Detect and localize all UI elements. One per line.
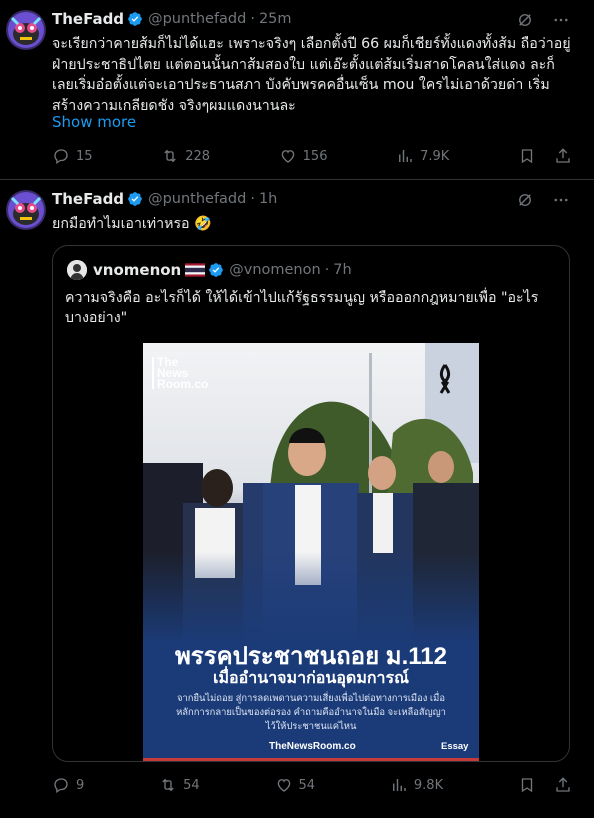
share-icon[interactable] xyxy=(554,776,572,794)
quoted-author-name[interactable]: vnomenon xyxy=(93,261,181,279)
media-description: จากยืนไม่ถอย สู่การลดเพดานความเสี่ยงเพื่… xyxy=(176,692,446,731)
grok-icon[interactable] xyxy=(516,11,534,29)
views-count: 9.8K xyxy=(413,777,444,793)
thai-flag-icon xyxy=(185,263,206,277)
tweet-text: ยกมือทำไมเอาเท่าหรอ 🤣 xyxy=(52,216,212,232)
tweet-text: จะเรียกว่าคายส้มก็ไม่ได้แฮะ เพราะจริงๆ เ… xyxy=(52,36,571,114)
timestamp[interactable]: 25m xyxy=(259,11,292,27)
like-count: 54 xyxy=(298,777,316,793)
like-icon xyxy=(277,779,290,792)
verified-icon xyxy=(128,12,142,26)
author-name[interactable]: TheFadd xyxy=(52,190,124,208)
bookmark-icon[interactable] xyxy=(518,147,536,165)
quoted-media-image[interactable]: The News Room.co พรรคประชาชนถอย ม.112 เม… xyxy=(143,343,479,761)
media-subheadline: เมื่ออำนาจมาก่อนอุดมการณ์ xyxy=(213,670,409,687)
repost-icon xyxy=(162,778,174,792)
newsroom-logo: The News Room.co xyxy=(152,356,209,391)
separator-dot: · xyxy=(324,262,330,278)
views-button[interactable]: 9.8K xyxy=(390,776,443,794)
avatar[interactable] xyxy=(6,10,46,50)
tweet-1[interactable]: TheFadd @punthefadd · 25m จะเรียกว่าคายส… xyxy=(0,0,594,180)
verified-icon xyxy=(128,192,142,206)
separator-dot: · xyxy=(250,11,255,27)
avatar[interactable] xyxy=(6,190,46,230)
bookmark-icon[interactable] xyxy=(518,776,536,794)
logo-line-3: Room.co xyxy=(157,377,209,391)
repost-count: 54 xyxy=(183,777,200,793)
show-more-link[interactable]: Show more xyxy=(52,113,136,131)
quoted-author-handle[interactable]: @vnomenon xyxy=(229,262,320,278)
author-handle[interactable]: @punthefadd xyxy=(148,11,246,27)
reply-button[interactable]: 15 xyxy=(52,147,93,165)
views-icon xyxy=(399,150,412,162)
reply-icon xyxy=(54,149,68,165)
like-count: 156 xyxy=(302,148,328,164)
repost-count: 228 xyxy=(185,148,211,164)
share-icon[interactable] xyxy=(554,147,572,165)
author-handle[interactable]: @punthefadd xyxy=(148,191,246,207)
logo-bar xyxy=(152,357,154,389)
repost-button[interactable]: 54 xyxy=(159,776,200,794)
views-button[interactable]: 7.9K xyxy=(396,147,449,165)
author-name[interactable]: TheFadd xyxy=(52,10,124,28)
like-button[interactable]: 156 xyxy=(279,147,328,165)
tweet-2[interactable]: TheFadd @punthefadd · 1h ยกมือทำไมเอาเท่… xyxy=(0,180,594,818)
quoted-avatar[interactable] xyxy=(67,260,87,280)
reply-count: 15 xyxy=(76,148,93,164)
grok-icon[interactable] xyxy=(516,191,534,209)
more-icon[interactable] xyxy=(552,11,570,29)
repost-button[interactable]: 228 xyxy=(161,147,210,165)
media-footer-tag: Essay xyxy=(441,741,469,752)
separator-dot: · xyxy=(250,191,255,207)
reply-count: 9 xyxy=(76,777,85,793)
like-icon xyxy=(281,150,294,163)
media-red-line xyxy=(143,758,479,761)
more-icon[interactable] xyxy=(552,191,570,209)
reply-icon xyxy=(54,778,68,794)
quoted-text: ความจริงคือ อะไรก็ได้ ให้ได้เข้าไปแก้รัฐ… xyxy=(65,290,539,326)
reply-button[interactable]: 9 xyxy=(52,776,84,794)
repost-icon xyxy=(164,149,176,163)
views-count: 7.9K xyxy=(420,148,450,164)
quoted-tweet[interactable]: vnomenon @vnomenon · 7h ความจริงคือ อะไร… xyxy=(52,245,570,762)
media-footer-site: TheNewsRoom.co xyxy=(269,741,356,752)
like-button[interactable]: 54 xyxy=(275,776,316,794)
verified-icon xyxy=(209,263,224,277)
views-icon xyxy=(392,779,406,791)
timestamp[interactable]: 1h xyxy=(259,191,277,207)
quoted-timestamp[interactable]: 7h xyxy=(333,262,351,278)
